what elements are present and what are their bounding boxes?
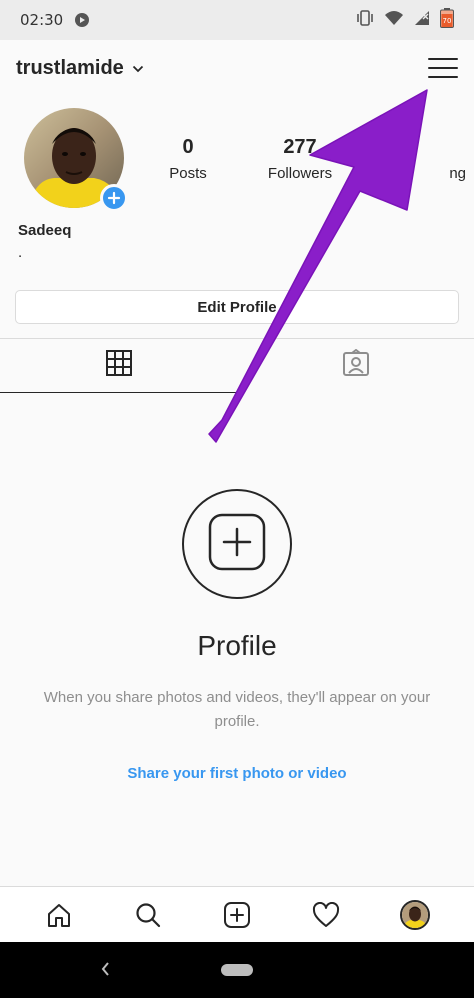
chevron-down-icon[interactable] [132, 60, 144, 78]
avatar [400, 899, 431, 930]
battery-level: 70 [443, 17, 452, 25]
battery-icon: 70 [440, 7, 454, 33]
wifi-icon [384, 10, 404, 31]
followers-count: 277 [283, 136, 317, 158]
tagged-icon [342, 348, 370, 382]
empty-state-title: Profile [197, 630, 277, 661]
following-stat[interactable]: ng [372, 136, 472, 182]
profile-header-bar: trustlamide [0, 40, 474, 96]
followers-label: Followers [267, 165, 333, 182]
status-time: 02:30 [20, 11, 64, 29]
system-navigation-bar [0, 942, 474, 998]
bio: . [18, 244, 23, 261]
add-story-button[interactable] [100, 184, 128, 212]
home-pill-button[interactable] [221, 964, 253, 976]
share-first-photo-link[interactable]: Share your first photo or video [0, 765, 474, 782]
bottom-nav [0, 886, 474, 942]
grid-icon [105, 349, 133, 382]
following-label: ng [449, 165, 466, 182]
display-name: Sadeeq [18, 222, 72, 239]
tab-tagged[interactable] [237, 339, 474, 392]
back-icon[interactable] [98, 958, 112, 985]
empty-state-text: When you share photos and videos, they'l… [43, 689, 431, 730]
signal-icon [414, 10, 430, 31]
profile-nav-item[interactable] [397, 897, 433, 933]
tab-grid[interactable] [0, 339, 237, 393]
vibrate-icon [356, 9, 374, 31]
username-switcher[interactable]: trustlamide [16, 57, 124, 80]
profile-tabs [0, 338, 474, 393]
menu-icon[interactable] [428, 53, 458, 83]
posts-stat[interactable]: 0 Posts [138, 136, 238, 182]
posts-label: Posts [169, 165, 207, 182]
add-post-nav-icon[interactable] [219, 897, 255, 933]
status-bar: 02:30 70 [0, 0, 474, 40]
add-photo-button[interactable] [182, 489, 292, 599]
add-post-icon [208, 513, 266, 576]
posts-count: 0 [182, 136, 194, 158]
profile-avatar-wrap[interactable] [24, 108, 128, 212]
media-play-icon [75, 13, 90, 27]
search-icon[interactable] [130, 897, 166, 933]
followers-stat[interactable]: 277 Followers [250, 136, 350, 182]
edit-profile-button[interactable]: Edit Profile [15, 290, 459, 324]
home-icon[interactable] [41, 897, 77, 933]
activity-icon[interactable] [308, 897, 344, 933]
following-count [372, 136, 472, 159]
